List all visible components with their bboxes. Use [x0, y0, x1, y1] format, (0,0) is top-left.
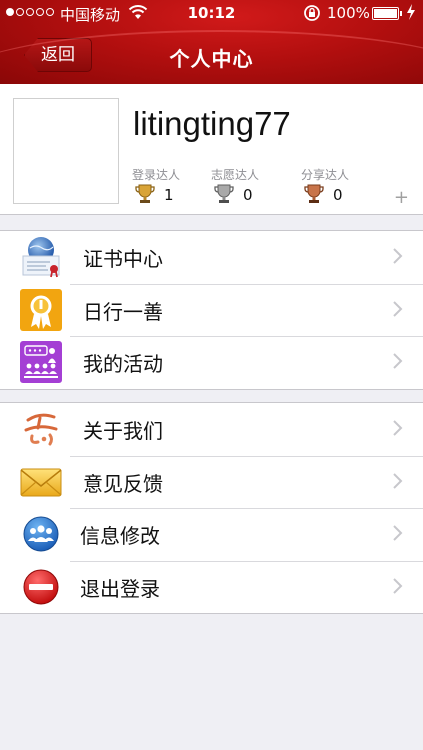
- menu-item-certificate-center[interactable]: 证书中心: [0, 231, 423, 284]
- bronze-trophy-icon: [304, 184, 324, 203]
- chevron-right-icon: [393, 420, 403, 436]
- chevron-right-icon: [393, 525, 403, 541]
- envelope-icon: [20, 468, 62, 496]
- badge-count: 0: [333, 186, 343, 204]
- menu-item-about-us[interactable]: 关于我们: [0, 403, 423, 456]
- chevron-right-icon: [393, 300, 403, 317]
- badge-label: 分享达人: [301, 168, 350, 182]
- menu-group-settings: 关于我们 意见反馈 信息修改 退出登录: [0, 402, 423, 614]
- menu-item-label: 证书中心: [83, 247, 163, 271]
- no-entry-icon: [23, 569, 59, 604]
- username: litingting77: [133, 105, 291, 142]
- menu-item-label: 我的活动: [83, 352, 163, 376]
- chevron-right-icon: [393, 577, 403, 594]
- medal-icon: [20, 288, 62, 331]
- back-button[interactable]: 返回: [24, 38, 92, 72]
- menu-item-my-activities[interactable]: 我的活动: [0, 336, 423, 389]
- charging-icon: [407, 4, 415, 20]
- battery-icon: [372, 7, 402, 20]
- menu-item-label: 日行一善: [83, 299, 163, 324]
- chevron-right-icon: [393, 353, 403, 369]
- rotation-lock-icon: [304, 5, 320, 21]
- chevron-right-icon: [393, 248, 403, 264]
- profile-card: litingting77 登录达人 1 志愿达人 0 分享达人 0 +: [0, 84, 423, 215]
- header-bar: 中国移动 10:12 100% 返回 个人中心: [0, 0, 423, 84]
- menu-item-label: 意见反馈: [83, 471, 163, 496]
- plus-icon[interactable]: +: [394, 187, 409, 208]
- badge-volunteer-expert: 志愿达人 0: [211, 166, 291, 204]
- certificate-icon: [22, 237, 60, 278]
- menu-item-feedback[interactable]: 意见反馈: [0, 455, 423, 509]
- menu-item-edit-info[interactable]: 信息修改: [0, 508, 423, 561]
- menu-item-label: 关于我们: [83, 419, 163, 443]
- badge-label: 登录达人: [132, 168, 181, 182]
- battery-percentage: 100%: [327, 4, 370, 22]
- menu-item-label: 信息修改: [80, 524, 160, 548]
- menu-group-features: 证书中心 日行一善 我的活动: [0, 230, 423, 390]
- badge-count: 1: [164, 186, 174, 204]
- gold-trophy-icon: [135, 184, 155, 203]
- users-icon: [23, 516, 59, 552]
- badge-label: 志愿达人: [211, 168, 260, 182]
- menu-item-daily-good-deed[interactable]: 日行一善: [0, 283, 423, 337]
- badge-count: 0: [243, 186, 253, 204]
- menu-item-logout[interactable]: 退出登录: [0, 560, 423, 614]
- badge-login-expert: 登录达人 1: [132, 166, 212, 204]
- menu-item-label: 退出登录: [80, 576, 160, 601]
- status-bar: 中国移动 10:12 100%: [0, 0, 423, 28]
- page-title: 个人中心: [169, 47, 254, 71]
- logo-icon: [24, 413, 58, 446]
- silver-trophy-icon: [214, 184, 234, 203]
- badge-share-expert: 分享达人 0: [301, 166, 381, 204]
- avatar[interactable]: [13, 98, 119, 204]
- chevron-right-icon: [393, 472, 403, 489]
- activity-icon: [20, 341, 62, 383]
